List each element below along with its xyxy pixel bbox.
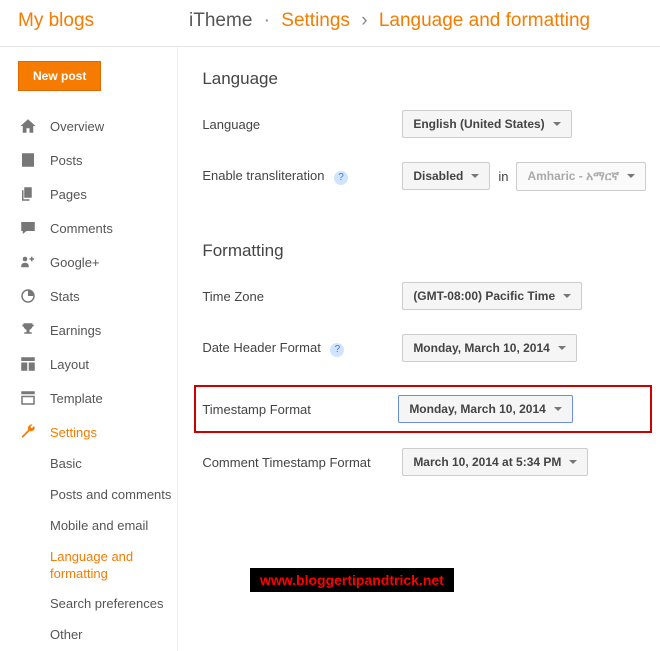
sidebar-item-comments[interactable]: Comments	[18, 211, 177, 245]
translit-in-text: in	[498, 169, 508, 184]
comment-ts-dropdown[interactable]: March 10, 2014 at 5:34 PM	[402, 448, 588, 476]
timestamp-value: Monday, March 10, 2014	[409, 402, 546, 416]
translit-lang-dropdown[interactable]: Amharic - አማርኛ	[516, 162, 646, 191]
sidebar-item-label: Pages	[50, 187, 87, 202]
breadcrumb-blog[interactable]: iTheme	[189, 10, 252, 31]
language-section-title: Language	[202, 69, 646, 89]
subnav-language-formatting[interactable]: Language and formatting	[50, 542, 177, 590]
subnav-mobile-email[interactable]: Mobile and email	[50, 511, 177, 542]
sidebar-item-label: Layout	[50, 357, 89, 372]
timestamp-label: Timestamp Format	[202, 402, 398, 417]
sidebar-item-label: Google+	[50, 255, 100, 270]
help-icon[interactable]: ?	[330, 343, 344, 357]
help-icon[interactable]: ?	[334, 171, 348, 185]
googleplus-icon	[18, 252, 38, 272]
wrench-icon	[18, 422, 38, 442]
breadcrumb-section[interactable]: Settings	[281, 10, 350, 31]
stats-icon	[18, 286, 38, 306]
dateheader-row: Date Header Format ? Monday, March 10, 2…	[202, 333, 646, 363]
comment-ts-value: March 10, 2014 at 5:34 PM	[413, 455, 561, 469]
dateheader-label: Date Header Format ?	[202, 340, 402, 357]
subnav-posts-comments[interactable]: Posts and comments	[50, 480, 177, 511]
translit-lang-value: Amharic - አማርኛ	[527, 169, 619, 184]
sidebar: New post Overview Posts Pages Comments G…	[0, 47, 177, 651]
sidebar-item-label: Posts	[50, 153, 83, 168]
sidebar-item-earnings[interactable]: Earnings	[18, 313, 177, 347]
sidebar-item-label: Settings	[50, 425, 97, 440]
caret-icon	[471, 174, 479, 178]
template-icon	[18, 388, 38, 408]
sidebar-item-googleplus[interactable]: Google+	[18, 245, 177, 279]
trophy-icon	[18, 320, 38, 340]
watermark-overlay: www.bloggertipandtrick.net	[250, 568, 454, 592]
dateheader-dropdown[interactable]: Monday, March 10, 2014	[402, 334, 577, 362]
sidebar-item-template[interactable]: Template	[18, 381, 177, 415]
sidebar-item-layout[interactable]: Layout	[18, 347, 177, 381]
language-value: English (United States)	[413, 117, 544, 131]
formatting-section-title: Formatting	[202, 241, 646, 261]
timezone-label: Time Zone	[202, 289, 402, 304]
transliteration-row: Enable transliteration ? Disabled in Amh…	[202, 161, 646, 191]
sidebar-item-label: Earnings	[50, 323, 101, 338]
sidebar-item-stats[interactable]: Stats	[18, 279, 177, 313]
document-icon	[18, 150, 38, 170]
translit-value: Disabled	[413, 169, 463, 183]
new-post-button[interactable]: New post	[18, 61, 101, 91]
comment-icon	[18, 218, 38, 238]
sidebar-item-label: Stats	[50, 289, 80, 304]
timestamp-dropdown[interactable]: Monday, March 10, 2014	[398, 395, 573, 423]
breadcrumb-sep: ·	[264, 10, 270, 31]
language-label: Language	[202, 117, 402, 132]
language-dropdown[interactable]: English (United States)	[402, 110, 571, 138]
dateheader-value: Monday, March 10, 2014	[413, 341, 550, 355]
breadcrumb: iTheme · Settings › Language and formatt…	[189, 10, 590, 32]
timestamp-row-highlighted: Timestamp Format Monday, March 10, 2014	[194, 385, 652, 433]
subnav-basic[interactable]: Basic	[50, 449, 177, 480]
caret-icon	[627, 174, 635, 178]
breadcrumb-sep: ›	[361, 10, 367, 31]
sidebar-item-pages[interactable]: Pages	[18, 177, 177, 211]
sidebar-item-label: Comments	[50, 221, 113, 236]
layout-icon	[18, 354, 38, 374]
breadcrumb-page[interactable]: Language and formatting	[379, 10, 590, 31]
timezone-row: Time Zone (GMT-08:00) Pacific Time	[202, 281, 646, 311]
translit-label: Enable transliteration ?	[202, 168, 402, 185]
header-bar: My blogs iTheme · Settings › Language an…	[0, 0, 660, 47]
timezone-value: (GMT-08:00) Pacific Time	[413, 289, 555, 303]
caret-icon	[563, 294, 571, 298]
my-blogs-title[interactable]: My blogs	[18, 10, 94, 32]
sidebar-item-posts[interactable]: Posts	[18, 143, 177, 177]
sidebar-item-label: Template	[50, 391, 103, 406]
subnav-search-preferences[interactable]: Search preferences	[50, 589, 177, 620]
settings-subnav: Basic Posts and comments Mobile and emai…	[18, 449, 177, 651]
sidebar-item-overview[interactable]: Overview	[18, 109, 177, 143]
timezone-dropdown[interactable]: (GMT-08:00) Pacific Time	[402, 282, 582, 310]
pages-icon	[18, 184, 38, 204]
caret-icon	[558, 346, 566, 350]
caret-icon	[553, 122, 561, 126]
translit-dropdown[interactable]: Disabled	[402, 162, 490, 190]
caret-icon	[569, 460, 577, 464]
subnav-other[interactable]: Other	[50, 620, 177, 651]
caret-icon	[554, 407, 562, 411]
sidebar-item-settings[interactable]: Settings	[18, 415, 177, 449]
comment-timestamp-row: Comment Timestamp Format March 10, 2014 …	[202, 447, 646, 477]
comment-ts-label: Comment Timestamp Format	[202, 455, 402, 470]
language-row: Language English (United States)	[202, 109, 646, 139]
house-icon	[18, 116, 38, 136]
main-content: Language Language English (United States…	[177, 47, 660, 651]
sidebar-item-label: Overview	[50, 119, 104, 134]
